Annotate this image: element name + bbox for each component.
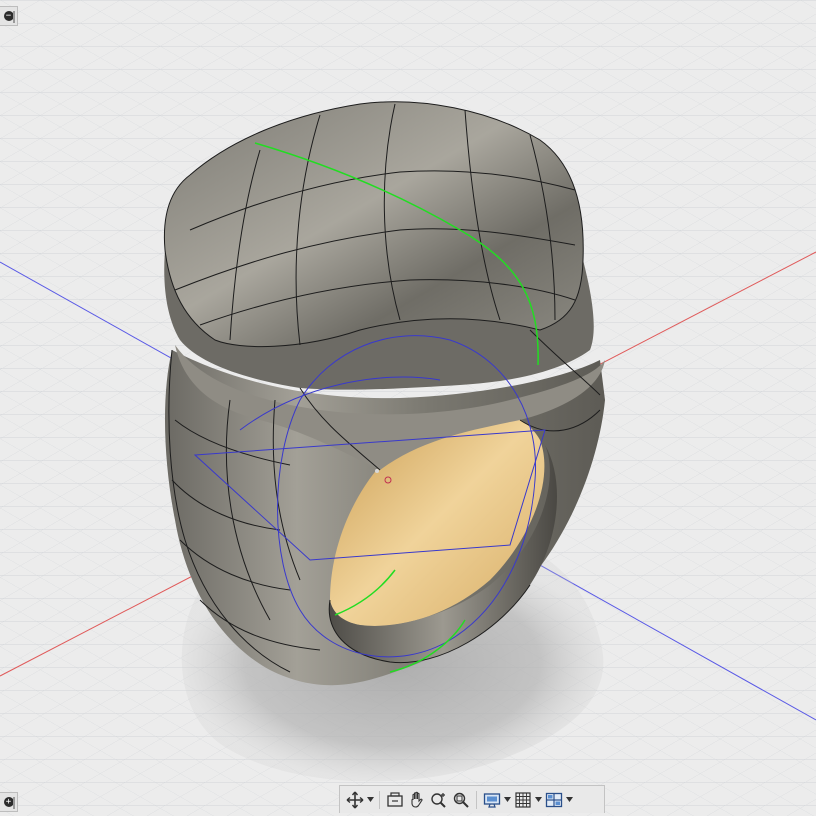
plus-icon: + [3, 797, 14, 807]
fit-window-button[interactable] [450, 789, 472, 811]
display-settings-menu-caret[interactable] [503, 789, 512, 811]
zoom-button[interactable] [428, 789, 450, 811]
look-at-button[interactable] [384, 789, 406, 811]
navigation-toolbar [339, 785, 605, 813]
orbit-icon [346, 791, 364, 808]
grid-snaps-menu-caret[interactable] [534, 789, 543, 811]
grip-handle [13, 11, 15, 23]
viewports-button[interactable] [543, 789, 565, 811]
orbit-menu-caret[interactable] [366, 789, 375, 811]
expand-comments-button[interactable]: + [0, 792, 18, 812]
origin-point [375, 469, 379, 473]
toolbar-divider [476, 790, 477, 809]
display-settings-button[interactable] [481, 789, 503, 811]
collapse-browser-button[interactable]: − [0, 6, 18, 26]
pan-button[interactable] [406, 789, 428, 811]
zoom-icon [431, 792, 446, 808]
pan-icon [411, 791, 423, 808]
3d-viewport[interactable] [0, 0, 816, 816]
grid-snaps-button[interactable] [512, 789, 534, 811]
grip-handle [13, 797, 15, 809]
toolbar-divider [379, 790, 380, 809]
look-at-icon [387, 791, 403, 807]
minus-icon: − [3, 11, 14, 21]
chevron-down-icon [535, 797, 542, 802]
grid-snaps-icon [515, 791, 531, 808]
chevron-down-icon [367, 797, 374, 802]
orbit-button[interactable] [344, 789, 366, 811]
viewports-icon [545, 792, 563, 807]
display-settings-icon [483, 792, 501, 808]
chevron-down-icon [504, 797, 511, 802]
fit-window-icon [453, 792, 469, 808]
chevron-down-icon [566, 797, 573, 802]
viewports-menu-caret[interactable] [565, 789, 574, 811]
